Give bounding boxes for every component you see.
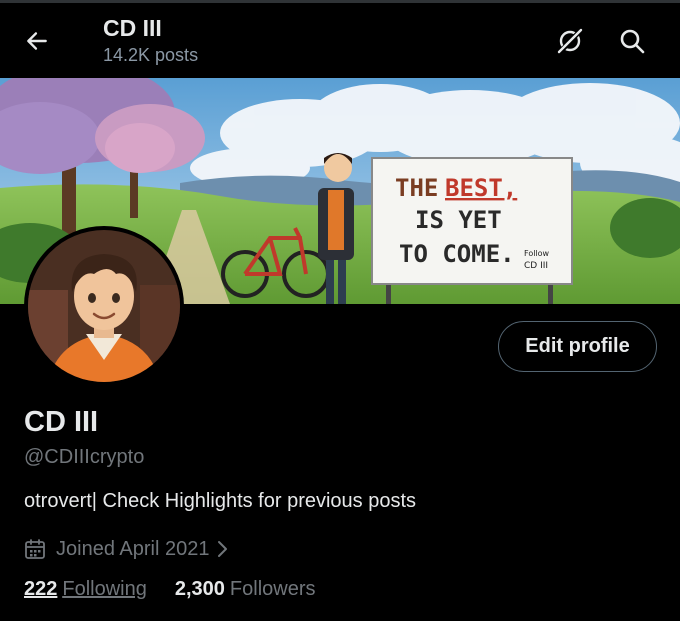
header-display-name: CD III: [103, 15, 162, 41]
grok-icon: [557, 28, 583, 54]
search-icon: [620, 29, 645, 54]
sign-small-text2: CD III: [524, 261, 548, 271]
avatar[interactable]: [24, 226, 184, 386]
arrow-left-icon: [27, 32, 47, 50]
follow-stats: 222 Following 2,300 Followers: [24, 578, 344, 601]
sign-text-line1: THE: [395, 174, 438, 202]
top-edge-divider: [0, 0, 680, 3]
avatar-image: [28, 230, 180, 382]
sign-small-text1: Follow: [524, 249, 550, 258]
profile-bio: otrovert| Check Highlights for previous …: [24, 490, 417, 512]
following-label: Following: [62, 578, 147, 600]
grok-button[interactable]: [555, 26, 585, 56]
joined-date[interactable]: Joined April 2021: [24, 536, 229, 562]
chevron-right-icon: [218, 541, 228, 557]
header-title: CD III 14.2K posts: [103, 14, 198, 68]
back-button[interactable]: [22, 26, 52, 56]
joined-text: Joined April 2021: [56, 537, 210, 560]
followers-link[interactable]: 2,300 Followers: [175, 578, 316, 601]
calendar-icon: [25, 539, 45, 559]
edit-profile-button[interactable]: Edit profile: [498, 321, 657, 372]
sign-text-line2: IS YET: [415, 206, 502, 234]
sign-text-line1b: BEST,: [445, 174, 517, 202]
followers-count: 2,300: [174, 578, 225, 600]
sign-text-line3: TO COME.: [399, 240, 515, 268]
avatar-illustration: [28, 230, 180, 382]
top-bar: CD III 14.2K posts: [0, 0, 680, 78]
following-count: 222: [24, 578, 58, 600]
profile-name: CD III: [24, 406, 99, 438]
search-button[interactable]: [617, 26, 647, 56]
following-link[interactable]: 222 Following: [24, 578, 147, 601]
profile-handle: @CDIIIcrypto: [24, 446, 145, 468]
header-posts-count: 14.2K posts: [103, 45, 199, 65]
followers-label: Followers: [229, 578, 316, 600]
